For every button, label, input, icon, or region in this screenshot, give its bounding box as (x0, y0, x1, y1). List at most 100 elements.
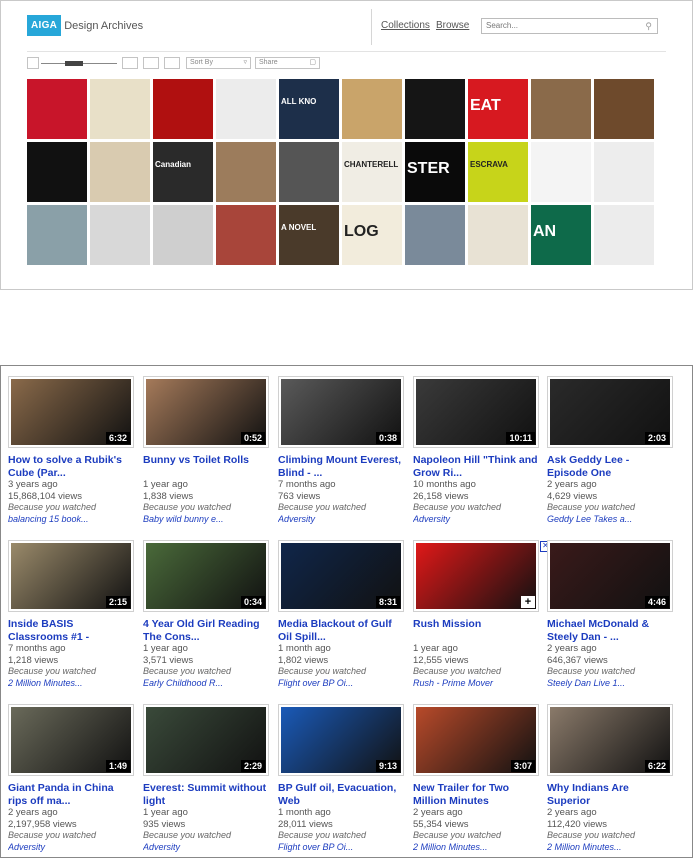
source-video-link[interactable]: Adversity (413, 514, 538, 525)
source-video-link[interactable]: 2 Million Minutes... (547, 842, 672, 853)
video-thumbnail[interactable]: 3:07 (413, 704, 539, 776)
archive-thumbnail[interactable] (594, 142, 654, 202)
source-video-link[interactable]: Adversity (278, 514, 403, 525)
video-card[interactable]: 2:15 Inside BASIS Classrooms #1 -7 months… (8, 540, 134, 689)
single-view-icon[interactable] (164, 57, 180, 69)
video-title-link[interactable]: Bunny vs Toilet Rolls (143, 454, 268, 479)
archive-thumbnail[interactable]: A NOVEL (279, 205, 339, 265)
video-title-link[interactable]: Michael McDonald & Steely Dan - ... (547, 618, 672, 643)
video-thumbnail[interactable]: 1:49 (8, 704, 134, 776)
source-video-link[interactable]: Early Childhood R... (143, 678, 268, 689)
video-thumbnail[interactable]: + (413, 540, 539, 612)
video-thumbnail[interactable]: 8:31 (278, 540, 404, 612)
source-video-link[interactable]: Adversity (143, 842, 268, 853)
archive-thumbnail[interactable] (216, 79, 276, 139)
video-card[interactable]: 6:32 How to solve a Rubik's Cube (Par... 3… (8, 376, 134, 525)
video-title-link[interactable]: Rush Mission (413, 618, 538, 643)
video-thumbnail[interactable]: 0:52 (143, 376, 269, 448)
source-video-link[interactable]: Rush - Prime Mover (413, 678, 538, 689)
archive-thumbnail[interactable]: ESCRAVA (468, 142, 528, 202)
video-title-link[interactable]: New Trailer for Two Million Minutes (413, 782, 538, 807)
grid-view-icon[interactable] (27, 57, 39, 69)
archive-thumbnail[interactable]: AN (531, 205, 591, 265)
archive-thumbnail[interactable]: ALL KNO (279, 79, 339, 139)
share-button[interactable]: Share ▢ (255, 57, 320, 69)
source-video-link[interactable]: 2 Million Minutes... (413, 842, 538, 853)
video-thumbnail[interactable]: 6:22 (547, 704, 673, 776)
archive-thumbnail[interactable] (153, 79, 213, 139)
video-title-link[interactable]: Media Blackout of Gulf Oil Spill... (278, 618, 403, 643)
video-card[interactable]: 6:22 Why Indians Are Superior 2 years ago 1… (547, 704, 673, 853)
detail-view-icon[interactable] (143, 57, 159, 69)
video-thumbnail[interactable]: 0:34 (143, 540, 269, 612)
archive-thumbnail[interactable] (279, 142, 339, 202)
sort-by-select[interactable]: Sort By ▿ (186, 57, 251, 69)
source-video-link[interactable]: 2 Million Minutes... (8, 678, 133, 689)
video-thumbnail[interactable]: 4:46 (547, 540, 673, 612)
archive-thumbnail[interactable] (594, 79, 654, 139)
video-card[interactable]: 1:49 Giant Panda in China rips off ma... 2… (8, 704, 134, 853)
source-video-link[interactable]: Baby wild bunny e... (143, 514, 268, 525)
nav-collections-link[interactable]: Collections (381, 20, 430, 31)
archive-thumbnail[interactable] (27, 79, 87, 139)
archive-thumbnail[interactable] (342, 79, 402, 139)
archive-thumbnail[interactable]: LOG (342, 205, 402, 265)
archive-thumbnail[interactable]: STER (405, 142, 465, 202)
archive-thumbnail[interactable] (468, 205, 528, 265)
archive-thumbnail[interactable] (27, 205, 87, 265)
video-title-link[interactable]: Ask Geddy Lee - Episode One (547, 454, 672, 479)
archive-thumbnail[interactable] (27, 142, 87, 202)
zoom-slider-handle[interactable] (65, 61, 83, 66)
video-card[interactable]: 0:52 Bunny vs Toilet Rolls 1 year ago 1,838… (143, 376, 269, 525)
search-input[interactable]: Search... ⚲ (481, 18, 658, 34)
video-thumbnail[interactable]: 10:11 (413, 376, 539, 448)
source-video-link[interactable]: Geddy Lee Takes a... (547, 514, 672, 525)
archive-thumbnail[interactable]: Canadian (153, 142, 213, 202)
archive-thumbnail[interactable] (90, 142, 150, 202)
video-card[interactable]: 4:46 Michael McDonald & Steely Dan - ... 2… (547, 540, 673, 689)
video-card[interactable]: 8:31 Media Blackout of Gulf Oil Spill... 1… (278, 540, 404, 689)
archive-thumbnail[interactable] (531, 79, 591, 139)
archive-thumbnail[interactable] (90, 79, 150, 139)
video-title-link[interactable]: Napoleon Hill "Think and Grow Ri... (413, 454, 538, 479)
video-thumbnail[interactable]: 6:32 (8, 376, 134, 448)
archive-thumbnail[interactable] (90, 205, 150, 265)
source-video-link[interactable]: Adversity (8, 842, 133, 853)
video-thumbnail[interactable]: 2:03 (547, 376, 673, 448)
video-title-link[interactable]: How to solve a Rubik's Cube (Par... (8, 454, 133, 479)
video-card[interactable]: 2:29 Everest: Summit without light 1 year … (143, 704, 269, 853)
video-card[interactable]: 9:13 BP Gulf oil, Evacuation, Web 1 month … (278, 704, 404, 853)
source-video-link[interactable]: Steely Dan Live 1... (547, 678, 672, 689)
archive-thumbnail[interactable] (216, 142, 276, 202)
video-card[interactable]: 0:38 Climbing Mount Everest, Blind - ... 7… (278, 376, 404, 525)
archive-thumbnail[interactable]: EAT (468, 79, 528, 139)
video-thumbnail[interactable]: 2:29 (143, 704, 269, 776)
archive-thumbnail[interactable] (216, 205, 276, 265)
nav-browse-link[interactable]: Browse (436, 20, 469, 31)
source-video-link[interactable]: Flight over BP Oi... (278, 842, 403, 853)
video-card[interactable]: 0:34 4 Year Old Girl Reading The Cons... 1… (143, 540, 269, 689)
archive-thumbnail[interactable] (405, 205, 465, 265)
video-thumbnail[interactable]: 2:15 (8, 540, 134, 612)
video-title-link[interactable]: Giant Panda in China rips off ma... (8, 782, 133, 807)
video-card[interactable]: + Rush Mission 1 year ago 12,555 views Becau… (413, 540, 539, 689)
video-card[interactable]: 2:03 Ask Geddy Lee - Episode One 2 years a… (547, 376, 673, 525)
archive-thumbnail[interactable] (405, 79, 465, 139)
video-title-link[interactable]: Why Indians Are Superior (547, 782, 672, 807)
video-title-link[interactable]: Everest: Summit without light (143, 782, 268, 807)
source-video-link[interactable]: Flight over BP Oi... (278, 678, 403, 689)
archive-thumbnail[interactable]: CHANTERELL (342, 142, 402, 202)
archive-thumbnail[interactable] (594, 205, 654, 265)
video-title-link[interactable]: Inside BASIS Classrooms #1 - (8, 618, 133, 643)
video-card[interactable]: 10:11 Napoleon Hill "Think and Grow Ri...… (413, 376, 539, 525)
source-video-link[interactable]: balancing 15 book... (8, 514, 133, 525)
add-to-queue-icon[interactable]: + (521, 596, 535, 608)
video-thumbnail[interactable]: 9:13 (278, 704, 404, 776)
archive-thumbnail[interactable] (531, 142, 591, 202)
video-title-link[interactable]: BP Gulf oil, Evacuation, Web (278, 782, 403, 807)
video-title-link[interactable]: 4 Year Old Girl Reading The Cons... (143, 618, 268, 643)
aiga-logo[interactable]: AIGA Design Archives (27, 15, 143, 36)
video-title-link[interactable]: Climbing Mount Everest, Blind - ... (278, 454, 403, 479)
list-view-icon[interactable] (122, 57, 138, 69)
video-thumbnail[interactable]: 0:38 (278, 376, 404, 448)
